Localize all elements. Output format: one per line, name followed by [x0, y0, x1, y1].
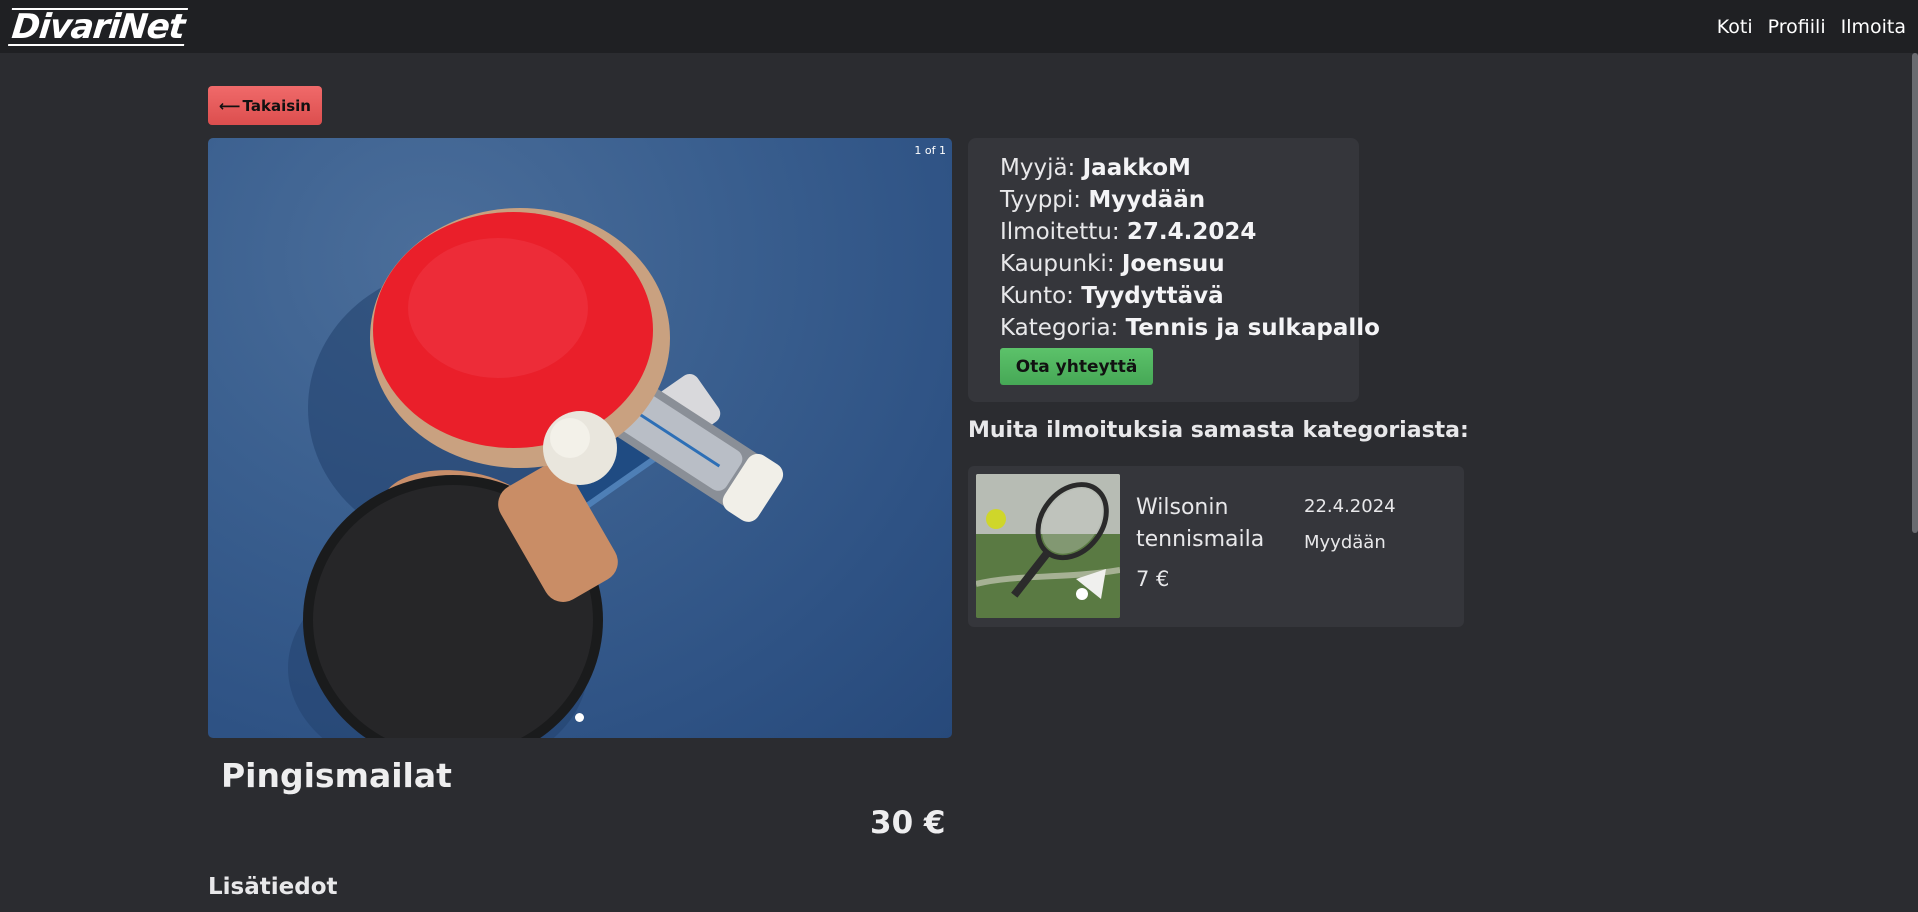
related-listings-heading: Muita ilmoituksia samasta kategoriasta:: [968, 418, 1469, 443]
city-row: Kaupunki: Joensuu: [1000, 248, 1359, 280]
seller-label: Myyjä:: [1000, 155, 1076, 181]
table-tennis-paddles-image: [288, 208, 784, 738]
back-button-label: Takaisin: [242, 96, 311, 115]
nav-link-ilmoita[interactable]: Ilmoita: [1841, 16, 1906, 38]
city-label: Kaupunki:: [1000, 251, 1115, 277]
back-button[interactable]: ⟵ Takaisin: [208, 86, 322, 125]
site-logo[interactable]: DivariNet: [8, 7, 189, 47]
related-listing-price: 7 €: [1136, 567, 1170, 591]
carousel-counter: 1 of 1: [914, 144, 946, 157]
posted-value: 27.4.2024: [1126, 219, 1257, 245]
seller-value: JaakkoM: [1082, 155, 1191, 181]
contact-button[interactable]: Ota yhteyttä: [1000, 348, 1153, 385]
related-listing-title: Wilsonin tennismaila: [1136, 495, 1265, 552]
type-label: Tyyppi:: [1000, 187, 1082, 213]
scrollbar-thumb[interactable]: [1912, 53, 1918, 533]
posted-label: Ilmoitettu:: [1000, 219, 1120, 245]
condition-row: Kunto: Tyydyttävä: [1000, 280, 1359, 312]
posted-row: Ilmoitettu: 27.4.2024: [1000, 216, 1359, 248]
nav-link-profiili[interactable]: Profiili: [1768, 16, 1826, 38]
condition-value: Tyydyttävä: [1081, 283, 1224, 309]
related-listing-type: Myydään: [1304, 532, 1386, 553]
seller-row: Myyjä: JaakkoM: [1000, 152, 1359, 184]
category-row: Kategoria: Tennis ja sulkapallo: [1000, 312, 1380, 344]
type-value: Myydään: [1088, 187, 1206, 213]
related-listing-card[interactable]: Wilsonin tennismaila 7 € 22.4.2024 Myydä…: [968, 466, 1464, 627]
listing-info-card: Myyjä: JaakkoM Tyyppi: Myydään Ilmoitett…: [968, 138, 1380, 402]
category-label: Kategoria:: [1000, 315, 1119, 341]
image-carousel[interactable]: 1 of 1: [208, 138, 952, 738]
condition-label: Kunto:: [1000, 283, 1074, 309]
type-row: Tyyppi: Myydään: [1000, 184, 1359, 216]
tennis-racket-image: [976, 474, 1120, 618]
city-value: Joensuu: [1121, 251, 1225, 277]
carousel-indicator-dot[interactable]: [575, 713, 584, 722]
nav-link-koti[interactable]: Koti: [1717, 16, 1753, 38]
related-listing-date: 22.4.2024: [1304, 496, 1396, 517]
category-value: Tennis ja sulkapallo: [1125, 315, 1380, 341]
nav-links: Koti Profiili Ilmoita: [1717, 16, 1906, 38]
back-arrow-icon: ⟵: [219, 96, 241, 115]
top-navbar: DivariNet Koti Profiili Ilmoita: [0, 0, 1918, 53]
details-heading: Lisätiedot: [208, 874, 338, 900]
related-listing-image: [976, 474, 1120, 618]
product-title: Pingismailat: [221, 756, 452, 795]
product-price: 30 €: [870, 805, 946, 841]
